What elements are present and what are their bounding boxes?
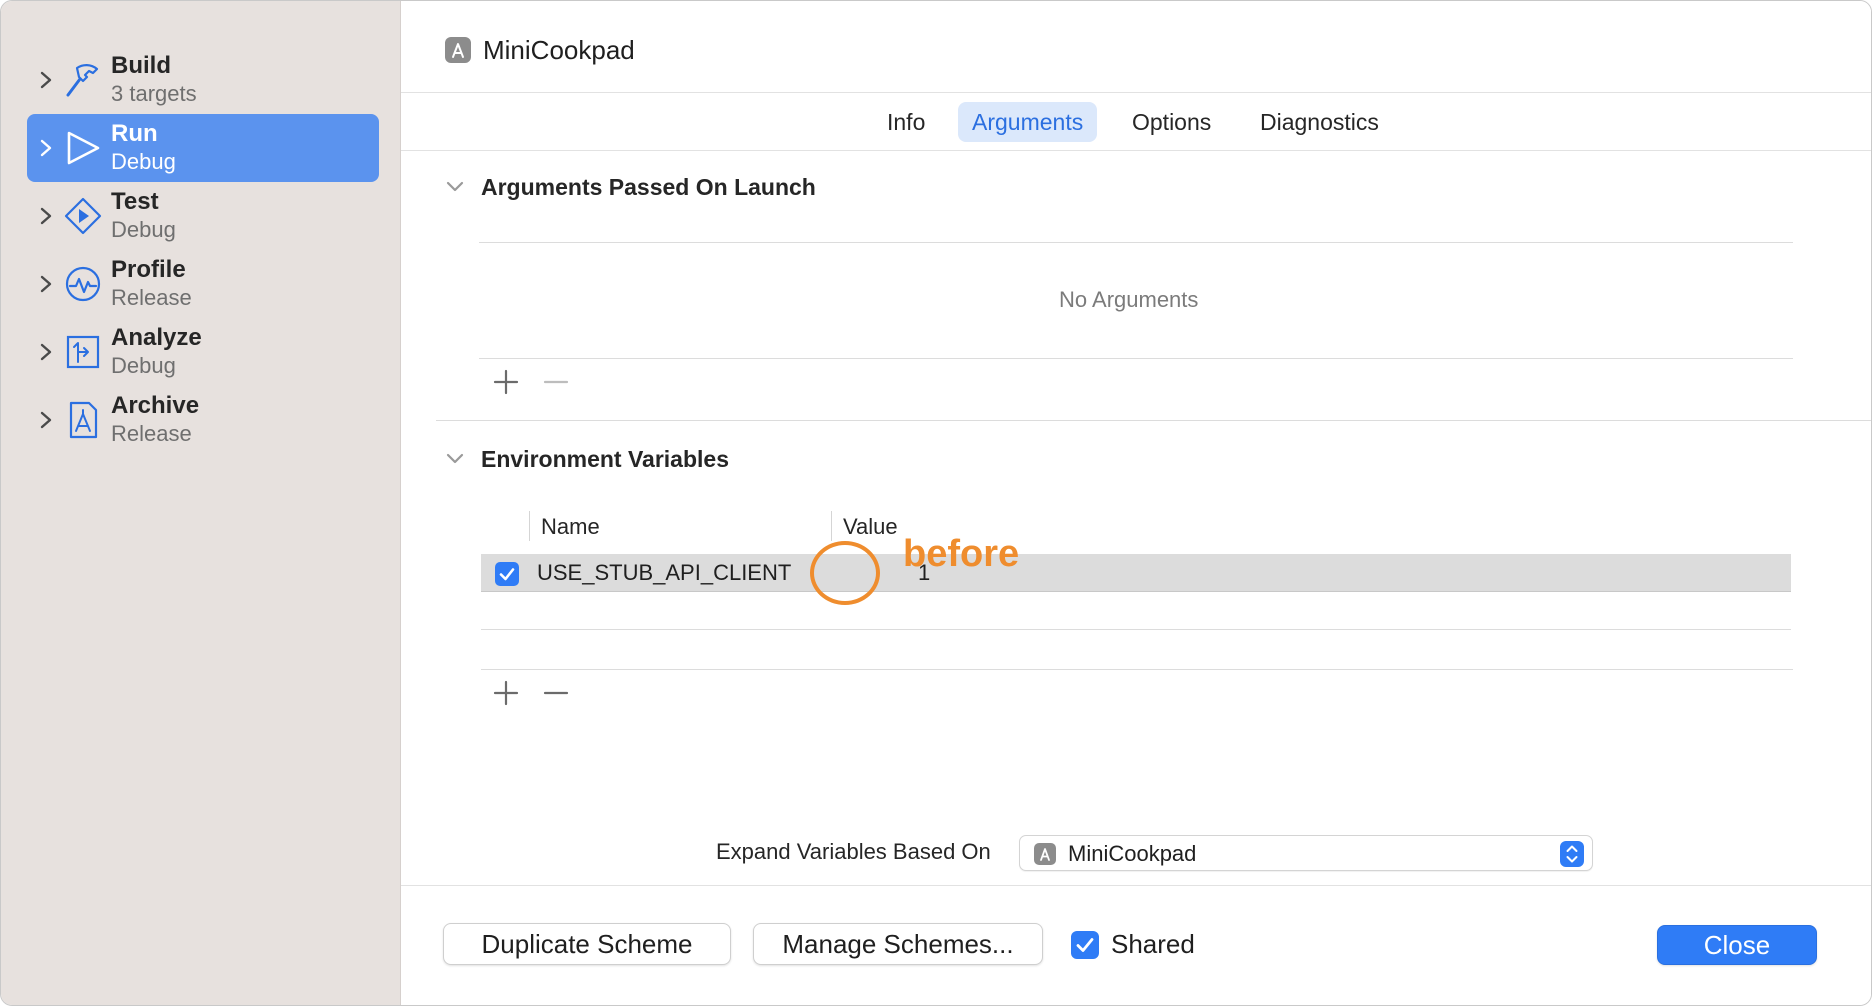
hammer-icon	[66, 64, 99, 97]
checkmark-icon	[1076, 938, 1094, 952]
remove-env-var-button[interactable]	[542, 679, 570, 707]
name-column-header[interactable]: Name	[541, 514, 600, 540]
app-target-icon	[445, 37, 471, 63]
chevron-down-icon[interactable]	[445, 452, 465, 466]
chevron-updown-icon[interactable]	[1560, 841, 1584, 867]
sidebar-item-subtitle: Debug	[111, 353, 176, 378]
test-diamond-icon	[64, 197, 102, 235]
sidebar-item-title: Build	[111, 52, 171, 79]
env-section-title: Environment Variables	[481, 446, 729, 472]
scheme-header: MiniCookpad	[401, 1, 1871, 93]
shared-label[interactable]: Shared	[1111, 929, 1195, 960]
add-env-var-button[interactable]	[492, 679, 520, 707]
tab-info[interactable]: Info	[873, 102, 939, 142]
sidebar-item-title: Run	[111, 120, 158, 147]
arguments-section-title: Arguments Passed On Launch	[481, 174, 816, 200]
no-arguments-text: No Arguments	[1059, 287, 1199, 312]
chevron-right-icon[interactable]	[37, 340, 55, 364]
tab-diagnostics[interactable]: Diagnostics	[1246, 102, 1393, 142]
value-column-header[interactable]: Value	[843, 514, 898, 540]
tab-options[interactable]: Options	[1118, 102, 1225, 142]
divider	[481, 669, 1793, 670]
scheme-title: MiniCookpad	[483, 35, 635, 65]
sidebar-item-archive[interactable]: Archive Release	[27, 386, 379, 454]
sidebar-item-title: Archive	[111, 392, 200, 419]
checkmark-icon	[499, 568, 515, 581]
footer-divider	[401, 885, 1871, 886]
archive-icon	[69, 401, 98, 439]
sidebar-item-subtitle: Release	[111, 285, 192, 310]
tab-bar: Info Arguments Options Diagnostics	[401, 93, 1871, 151]
section-divider	[436, 420, 1871, 421]
sidebar-item-subtitle: 3 targets	[111, 81, 197, 106]
chevron-right-icon[interactable]	[37, 204, 55, 228]
sidebar-item-subtitle: Debug	[111, 217, 176, 242]
column-separator	[831, 511, 832, 541]
chevron-right-icon[interactable]	[37, 68, 55, 92]
annotation-label: before	[903, 533, 1020, 575]
env-enabled-checkbox[interactable]	[495, 562, 519, 586]
manage-schemes-button[interactable]: Manage Schemes...	[753, 923, 1043, 965]
popup-selected-value: MiniCookpad	[1068, 841, 1197, 866]
chevron-right-icon[interactable]	[37, 136, 55, 160]
sidebar-item-test[interactable]: Test Debug	[27, 182, 379, 250]
sidebar-item-build[interactable]: Build 3 targets	[27, 46, 379, 114]
tab-arguments[interactable]: Arguments	[958, 102, 1098, 142]
remove-argument-button[interactable]	[542, 368, 570, 396]
scheme-actions-sidebar: Build 3 targets Run Debug Test Debug Pro…	[1, 1, 401, 1005]
expand-variables-label: Expand Variables Based On	[716, 839, 991, 864]
scheme-editor-window: Build 3 targets Run Debug Test Debug Pro…	[0, 0, 1872, 1006]
env-var-name[interactable]: USE_STUB_API_CLIENT	[537, 560, 791, 586]
scheme-detail-pane: MiniCookpad Info Arguments Options Diagn…	[401, 1, 1871, 1005]
sidebar-item-title: Analyze	[111, 324, 202, 351]
sidebar-item-title: Test	[111, 188, 159, 215]
analyze-icon	[66, 335, 100, 369]
sidebar-item-title: Profile	[111, 256, 186, 283]
divider	[479, 242, 1793, 243]
sidebar-item-subtitle: Debug	[111, 149, 176, 174]
chevron-down-icon[interactable]	[445, 180, 465, 194]
sidebar-item-subtitle: Release	[111, 421, 192, 446]
close-button[interactable]: Close	[1657, 925, 1817, 965]
add-argument-button[interactable]	[492, 368, 520, 396]
annotation-circle	[810, 541, 880, 605]
column-separator	[529, 511, 530, 541]
divider	[481, 629, 1791, 630]
app-target-icon	[1034, 843, 1056, 865]
sidebar-item-analyze[interactable]: Analyze Debug	[27, 318, 379, 386]
expand-variables-popup[interactable]: MiniCookpad	[1019, 835, 1593, 871]
table-row[interactable]: USE_STUB_API_CLIENT 1	[481, 554, 1791, 592]
sidebar-item-run[interactable]: Run Debug	[27, 114, 379, 182]
chevron-right-icon[interactable]	[37, 272, 55, 296]
chevron-right-icon[interactable]	[37, 408, 55, 432]
play-icon	[67, 131, 100, 165]
divider	[479, 358, 1793, 359]
profile-gauge-icon	[65, 266, 101, 302]
shared-checkbox[interactable]	[1071, 931, 1099, 959]
duplicate-scheme-button[interactable]: Duplicate Scheme	[443, 923, 731, 965]
sidebar-item-profile[interactable]: Profile Release	[27, 250, 379, 318]
